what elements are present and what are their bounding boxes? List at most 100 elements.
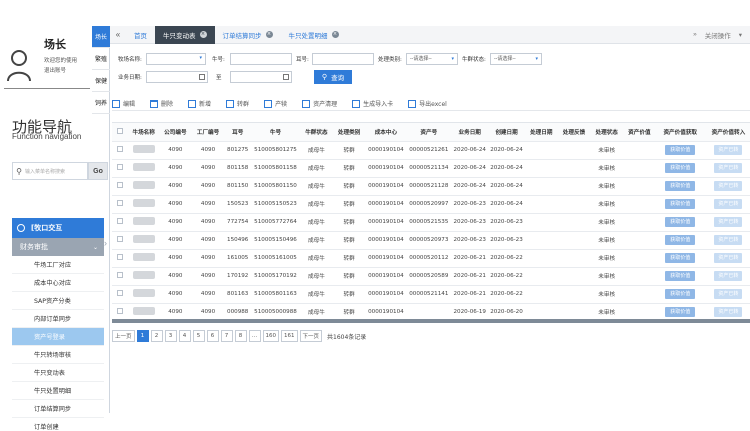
edit-button[interactable]: 编辑 [112, 99, 135, 108]
fetch-value-button[interactable]: 获取价值 [665, 217, 696, 227]
ear-no-input[interactable] [312, 53, 374, 65]
page-button[interactable]: 161 [281, 330, 298, 342]
table-row[interactable]: 4090 4090 801275 510005801275 成母牛 转群 000019010… [112, 141, 750, 160]
column-header[interactable]: 资产价值获取 [655, 123, 705, 142]
table-row[interactable]: 4090 4090 170192 510005170192 成母牛 转群 000019010… [112, 267, 750, 286]
fetch-value-button[interactable]: 获取价值 [665, 289, 696, 299]
tab-settlement-sync[interactable]: 订单结算同步 × [215, 26, 281, 44]
fetch-value-button[interactable]: 获取价值 [665, 253, 696, 263]
checkbox[interactable] [117, 200, 124, 206]
page-button[interactable]: 6 [206, 330, 219, 342]
asset-transferred-button[interactable]: 资产已转 [714, 217, 743, 227]
chevron-left-icon[interactable]: ‹ [4, 238, 7, 248]
asset-transferred-button[interactable]: 资产已转 [714, 271, 743, 281]
fetch-value-button[interactable]: 获取价值 [665, 199, 696, 209]
table-row[interactable]: 4090 4090 801158 510005801158 成母牛 转群 000019010… [112, 159, 750, 178]
asset-transferred-button[interactable]: 资产已转 [714, 289, 743, 299]
close-icon[interactable]: × [265, 31, 273, 38]
table-row[interactable]: 4090 4090 801163 510005801163 成母牛 转群 000019010… [112, 285, 750, 304]
menu-item-factory-map[interactable]: 牛场工厂对应 [12, 256, 104, 274]
checkbox[interactable] [117, 308, 124, 314]
menu-item-asset-login[interactable]: 资产号登录 [12, 328, 104, 346]
column-header[interactable]: 工厂编号 [191, 123, 225, 142]
asset-transferred-button[interactable]: 资产已转 [714, 235, 743, 245]
fetch-value-button[interactable]: 获取价值 [665, 307, 696, 317]
menu-item-cost-center[interactable]: 成本中心对应 [12, 274, 104, 292]
gen-import-card-button[interactable]: 生成导入卡 [352, 99, 393, 108]
menu-item-settlement-sync[interactable]: 订单结算同步 [12, 400, 104, 418]
asset-transferred-button[interactable]: 资产已转 [714, 199, 743, 209]
chevron-right-icon[interactable]: › [104, 238, 107, 248]
checkbox[interactable] [117, 127, 124, 134]
select-all-checkbox[interactable] [112, 123, 129, 142]
row-checkbox-cell[interactable] [112, 267, 129, 286]
fetch-value-button[interactable]: 获取价值 [665, 145, 696, 155]
checkbox[interactable] [117, 182, 124, 188]
tab-home[interactable]: 首页 [126, 26, 155, 44]
checkbox[interactable] [117, 290, 124, 296]
date-from-input[interactable] [146, 71, 208, 83]
menu-item-cow-changes[interactable]: 牛只变动表 [12, 364, 104, 382]
asset-transferred-button[interactable]: 资产已转 [714, 307, 743, 317]
query-button[interactable]: ⚲ 查询 [314, 70, 352, 84]
row-checkbox-cell[interactable] [112, 249, 129, 268]
checkbox[interactable] [117, 236, 124, 242]
menu-item-cow-disposal[interactable]: 牛只处置明细 [12, 382, 104, 400]
checkbox[interactable] [117, 164, 124, 170]
menu-item-order-sync[interactable]: 内部订单同步 [12, 310, 104, 328]
calendar-icon[interactable] [283, 74, 289, 80]
double-chevron-left-icon[interactable]: « [110, 30, 126, 39]
table-row[interactable]: 4090 4090 161005 510005161005 成母牛 转群 000019010… [112, 249, 750, 268]
column-header[interactable]: 业务日期 [451, 123, 489, 142]
process-type-select[interactable]: --请选择-- ▾ [406, 53, 458, 65]
column-header[interactable]: 处理日期 [524, 123, 558, 142]
column-header[interactable]: 处理反馈 [557, 123, 591, 142]
tab-cow-disposal[interactable]: 牛只处置明细 × [281, 26, 347, 44]
row-checkbox-cell[interactable] [112, 285, 129, 304]
fetch-value-button[interactable]: 获取价值 [665, 181, 696, 191]
table-row[interactable]: 4090 4090 150496 510005150496 成母牛 转群 000019010… [112, 231, 750, 250]
table-row[interactable]: 4090 4090 150523 510005150523 成母牛 转群 000019010… [112, 195, 750, 214]
page-button[interactable]: 5 [192, 330, 205, 342]
column-header[interactable]: 资产价值转入 [704, 123, 750, 142]
row-checkbox-cell[interactable] [112, 213, 129, 232]
row-checkbox-cell[interactable] [112, 177, 129, 196]
calving-button[interactable]: 产犊 [264, 99, 287, 108]
checkbox[interactable] [117, 146, 124, 152]
menu-item-sap-asset[interactable]: SAP资产分类 [12, 292, 104, 310]
checkbox[interactable] [117, 254, 124, 260]
column-header[interactable]: 资产价值 [623, 123, 656, 142]
column-header[interactable]: 牛场名称 [128, 123, 159, 142]
row-checkbox-cell[interactable] [112, 195, 129, 214]
checkbox[interactable] [117, 272, 124, 278]
column-header[interactable]: 牛群状态 [300, 123, 333, 142]
asset-transferred-button[interactable]: 资产已转 [714, 181, 743, 191]
role-tab-health[interactable]: 保健 [92, 70, 110, 92]
page-button[interactable]: 2 [150, 330, 163, 342]
page-button[interactable]: 1 [136, 330, 149, 342]
menu-item-transfer-review[interactable]: 牛只转场审核 [12, 346, 104, 364]
table-row[interactable]: 4090 4090 000988 510005000988 成母牛 转群 000019010… [112, 303, 750, 319]
date-to-input[interactable] [230, 71, 292, 83]
prev-page-button[interactable]: 上一页 [112, 330, 135, 342]
horizontal-scrollbar[interactable] [112, 319, 750, 323]
column-header[interactable]: 牛号 [250, 123, 301, 142]
page-button[interactable]: 160 [262, 330, 280, 342]
asset-transferred-button[interactable]: 资产已转 [714, 163, 743, 173]
menu-search-input[interactable]: ⚲ 输入菜单名称搜索 [12, 162, 88, 180]
page-button[interactable]: ... [248, 330, 261, 342]
add-button[interactable]: 新增 [188, 99, 211, 108]
role-tab-breeding[interactable]: 繁殖 [92, 48, 110, 70]
menu-item-order-create[interactable]: 订单创建 [12, 418, 104, 431]
column-header[interactable]: 资产号 [406, 123, 452, 142]
page-button[interactable]: 4 [178, 330, 191, 342]
column-header[interactable]: 处理状态 [590, 123, 624, 142]
cow-status-select[interactable]: --请选择-- ▾ [490, 53, 542, 65]
logout-link[interactable]: 退出账号 [44, 66, 66, 74]
table-row[interactable]: 4090 4090 772754 510005772764 成母牛 转群 000019010… [112, 213, 750, 232]
column-header[interactable]: 处理类别 [332, 123, 366, 142]
tab-cow-changes[interactable]: 牛只变动表 × [155, 25, 215, 44]
next-page-button[interactable]: 下一页 [299, 330, 323, 342]
role-tab-director[interactable]: 场长 [92, 26, 110, 48]
row-checkbox-cell[interactable] [112, 303, 129, 319]
